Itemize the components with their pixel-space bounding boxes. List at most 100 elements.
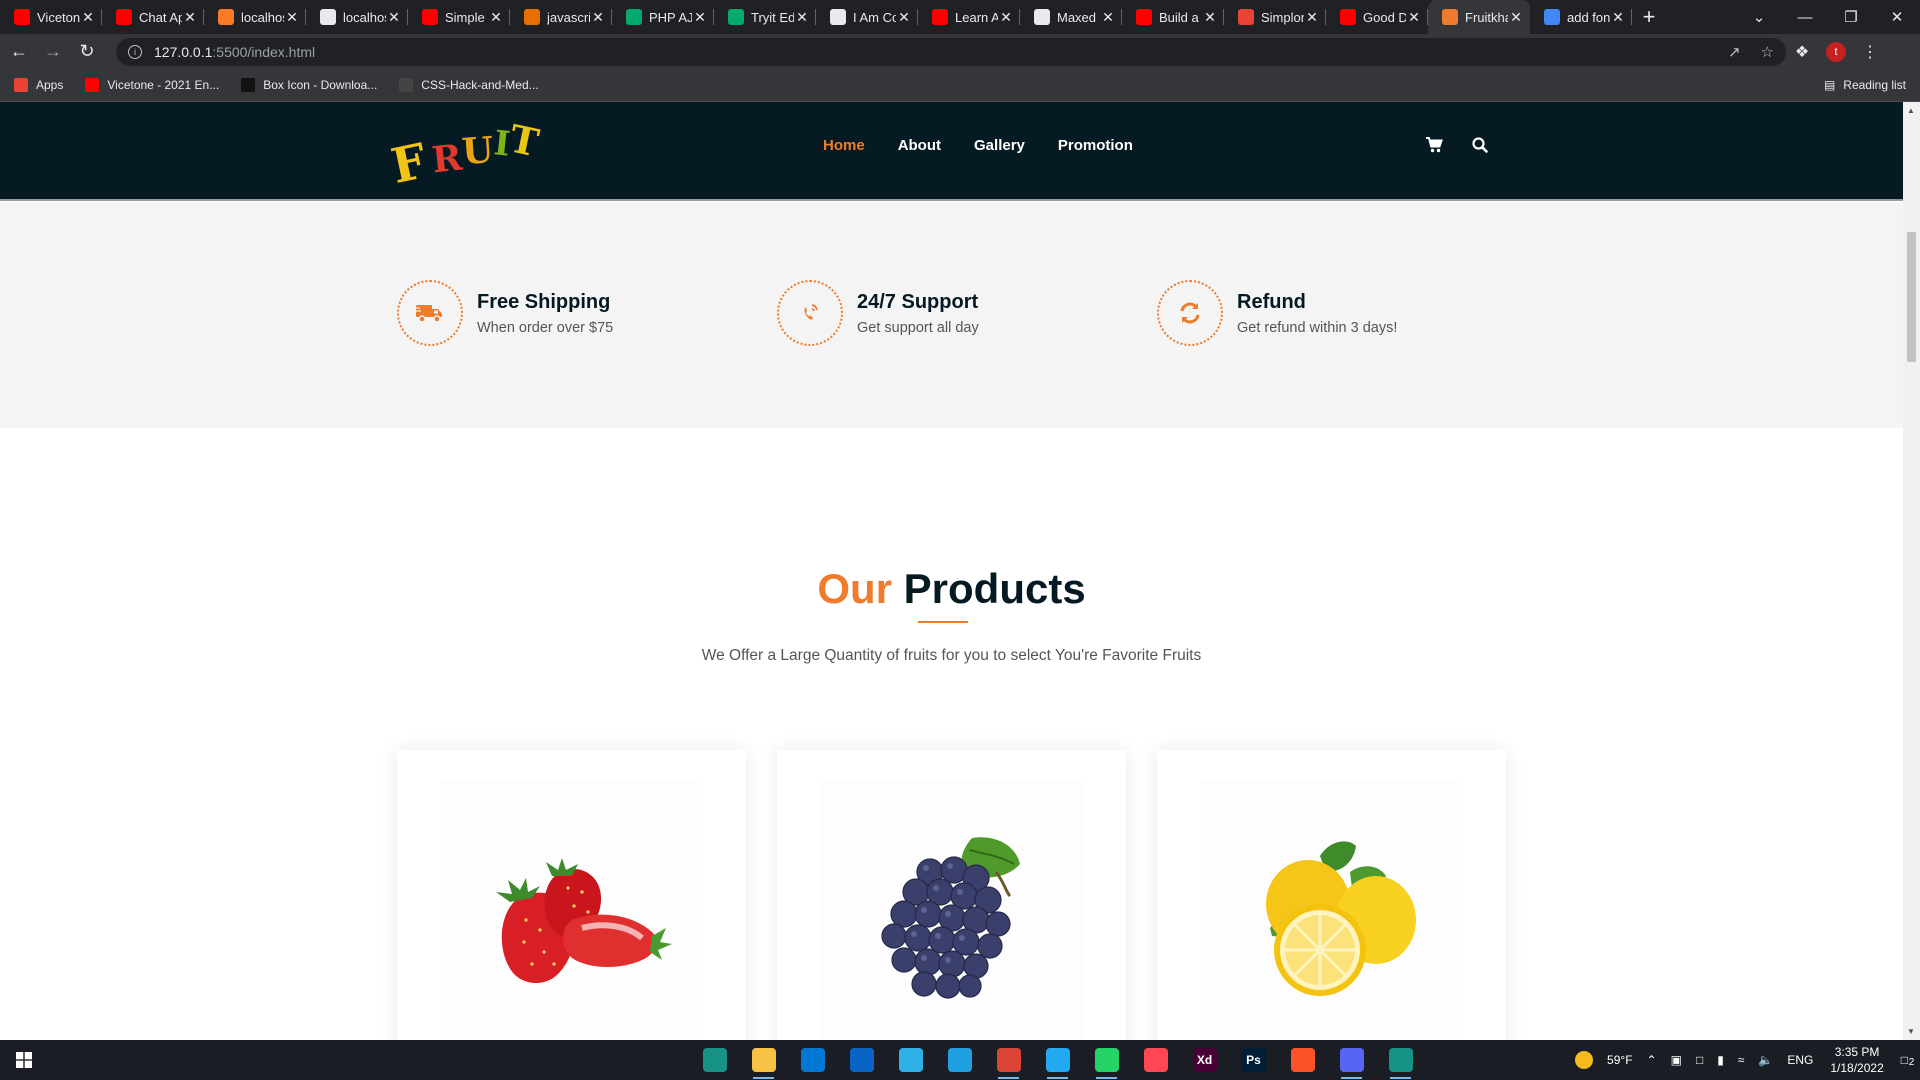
taskbar-app[interactable] [886,1040,935,1080]
close-tab-icon[interactable]: ✕ [1406,9,1422,26]
tab-search-chevron-icon[interactable]: ⌄ [1736,0,1782,34]
tab-title: add fon [1567,9,1610,25]
browser-tab[interactable]: javascript✕ [510,0,612,34]
close-tab-icon[interactable]: ✕ [896,9,912,26]
taskbar-app[interactable] [1376,1040,1425,1080]
taskbar-app[interactable] [1327,1040,1376,1080]
bookmark-item[interactable]: Vicetone - 2021 En... [85,78,219,92]
tray-chevron-icon[interactable]: ⌃ [1647,1053,1657,1067]
weather-temp[interactable]: 59°F [1607,1053,1632,1067]
close-tab-icon[interactable]: ✕ [692,9,708,26]
back-button[interactable]: ← [4,37,34,67]
close-tab-icon[interactable]: ✕ [1610,9,1626,26]
system-clock[interactable]: 3:35 PM 1/18/2022 [1830,1044,1883,1076]
main-nav: Home About Gallery Promotion [823,137,1133,154]
youtube-icon [14,9,30,25]
nav-promotion-link[interactable]: Promotion [1058,137,1133,154]
taskbar-app[interactable] [984,1040,1033,1080]
close-tab-icon[interactable]: ✕ [1202,9,1218,26]
profile-avatar[interactable]: t [1826,41,1846,62]
bookmark-item[interactable]: CSS-Hack-and-Med... [399,78,539,92]
tablet-icon[interactable]: □ [1696,1053,1703,1067]
forward-button[interactable]: → [38,37,68,67]
browser-tab[interactable]: Tryit Editor✕ [714,0,816,34]
lemon-image[interactable] [1200,780,1463,1040]
close-tab-icon[interactable]: ✕ [1304,9,1320,26]
start-button[interactable] [0,1040,48,1080]
browser-tab[interactable]: Chat App✕ [102,0,204,34]
browser-tab[interactable]: Learn API✕ [918,0,1020,34]
extensions-puzzle-icon[interactable]: ❖ [1786,38,1818,66]
close-tab-icon[interactable]: ✕ [998,9,1014,26]
close-tab-icon[interactable]: ✕ [590,9,606,26]
weather-sun-icon[interactable] [1575,1051,1594,1069]
product-card[interactable] [1157,750,1506,1040]
browser-tab[interactable]: PHP AJAX✕ [612,0,714,34]
reload-button[interactable]: ↻ [72,37,102,67]
close-tab-icon[interactable]: ✕ [488,9,504,26]
reading-list-button[interactable]: ▤ Reading list [1824,78,1906,92]
taskbar-app[interactable] [935,1040,984,1080]
close-tab-icon[interactable]: ✕ [80,9,96,26]
strawberry-image[interactable] [440,780,703,1040]
nav-about-link[interactable]: About [898,137,941,154]
product-card[interactable] [397,750,746,1040]
bookmark-item[interactable]: Box Icon - Downloa... [241,78,377,92]
restore-button[interactable]: ❐ [1828,0,1874,34]
close-tab-icon[interactable]: ✕ [386,9,402,26]
scroll-up-arrow-icon[interactable]: ▲ [1907,106,1915,115]
fruit-logo[interactable]: F R U I T [387,114,550,195]
browser-tab[interactable]: Simple ✕ [408,0,510,34]
browser-tab[interactable]: Build a ✕ [1122,0,1224,34]
close-tab-icon[interactable]: ✕ [1508,9,1524,26]
close-tab-icon[interactable]: ✕ [1100,9,1116,26]
site-info-icon[interactable]: i [128,44,142,59]
apps-grid-icon [14,78,28,92]
close-window-button[interactable]: ✕ [1874,0,1920,34]
page-scrollbar[interactable]: ▲ ▼ [1903,102,1920,1040]
scroll-down-arrow-icon[interactable]: ▼ [1907,1027,1915,1036]
browser-tab[interactable]: localhost✕ [204,0,306,34]
browser-tab[interactable]: Good D ✕ [1326,0,1428,34]
nav-home-link[interactable]: Home [823,137,865,154]
taskbar-app[interactable] [788,1040,837,1080]
browser-tab[interactable]: Simplon ✕ [1224,0,1326,34]
browser-menu-icon[interactable]: ⋮ [1854,38,1886,66]
taskbar-app[interactable] [1131,1040,1180,1080]
search-icon[interactable] [1471,136,1489,154]
nav-gallery-link[interactable]: Gallery [974,137,1025,154]
meet-now-icon[interactable]: ▣ [1671,1053,1682,1067]
taskbar-app[interactable]: Ps [1229,1040,1278,1080]
new-tab-button[interactable]: + [1632,0,1666,34]
cart-icon[interactable] [1425,136,1443,154]
browser-tab[interactable]: localhost✕ [306,0,408,34]
taskbar-app[interactable] [739,1040,788,1080]
taskbar-app[interactable] [690,1040,739,1080]
browser-tab[interactable]: Fruitkha ✕ [1428,0,1530,34]
minimize-button[interactable]: — [1782,0,1828,34]
close-tab-icon[interactable]: ✕ [794,9,810,26]
battery-icon[interactable]: ▮ [1717,1053,1724,1067]
wifi-icon[interactable]: ≈ [1738,1053,1745,1067]
volume-icon[interactable]: 🔈 [1758,1053,1773,1067]
taskbar-app[interactable]: Xd [1180,1040,1229,1080]
browser-tab[interactable]: Vicetone✕ [0,0,102,34]
scrollbar-thumb[interactable] [1907,232,1916,362]
share-icon[interactable]: ↗ [1728,43,1741,61]
taskbar-app[interactable] [1278,1040,1327,1080]
close-tab-icon[interactable]: ✕ [284,9,300,26]
browser-tab[interactable]: I Am Coding✕ [816,0,918,34]
notification-center-button[interactable]: □ 2 [1901,1053,1915,1068]
bookmark-star-icon[interactable]: ☆ [1761,43,1774,61]
taskbar-app[interactable] [837,1040,886,1080]
close-tab-icon[interactable]: ✕ [182,9,198,26]
grapes-image[interactable] [820,780,1083,1040]
url-input[interactable]: i 127.0.0.1:5500/index.html ↗ ☆ [116,37,1786,66]
language-indicator[interactable]: ENG [1787,1053,1813,1067]
bookmark-item[interactable]: Apps [14,78,63,92]
taskbar-app[interactable] [1033,1040,1082,1080]
product-card[interactable] [777,750,1126,1040]
taskbar-app[interactable] [1082,1040,1131,1080]
browser-tab[interactable]: Maxed ✕ [1020,0,1122,34]
browser-tab[interactable]: add fon ✕ [1530,0,1632,34]
